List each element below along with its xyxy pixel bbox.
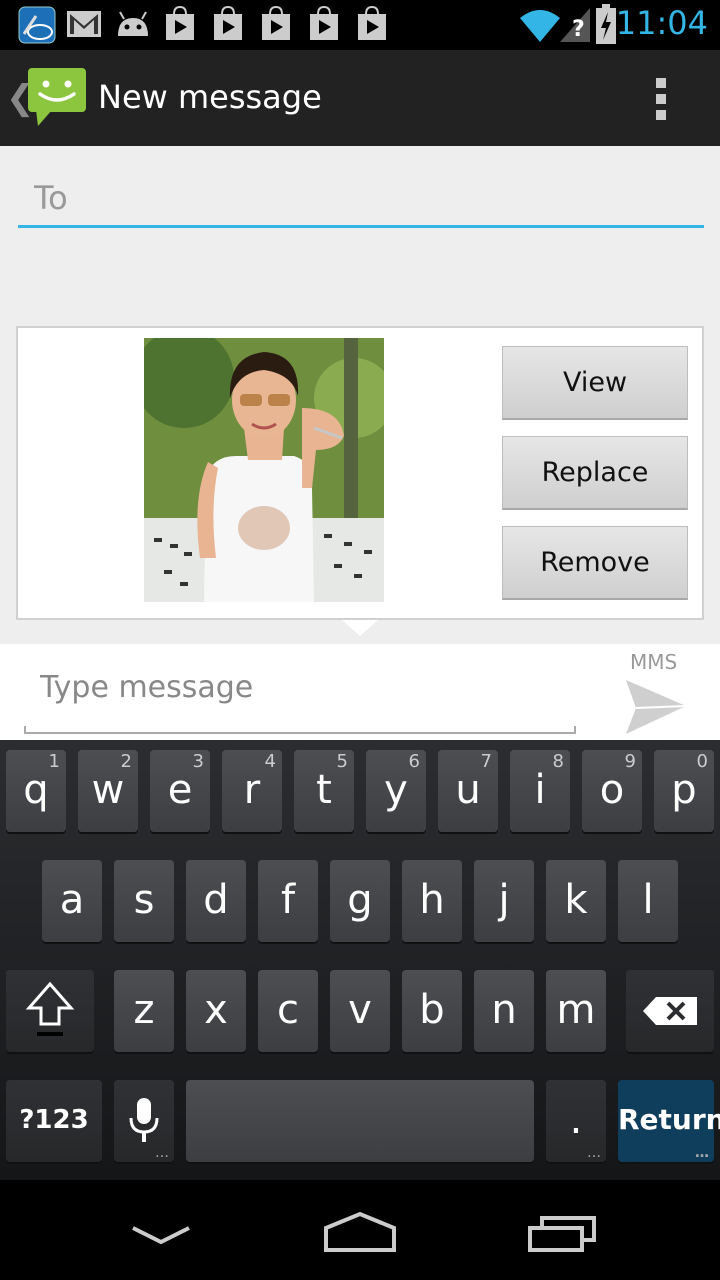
status-bar: ? 11:04	[0, 0, 720, 50]
period-key[interactable]: . …	[546, 1080, 606, 1162]
key-b[interactable]: b	[402, 970, 462, 1052]
battery-charging-icon	[596, 4, 616, 44]
more-dots-icon: …	[695, 1145, 709, 1161]
wifi-icon	[520, 10, 560, 42]
key-label: w	[91, 767, 125, 813]
key-y[interactable]: y6	[366, 750, 426, 832]
symbols-key[interactable]: ?123	[6, 1080, 102, 1162]
key-d[interactable]: d	[186, 860, 246, 942]
key-v[interactable]: v	[330, 970, 390, 1052]
key-u[interactable]: u7	[438, 750, 498, 832]
key-g[interactable]: g	[330, 860, 390, 942]
key-hint: 2	[120, 751, 132, 772]
view-button[interactable]: View	[502, 346, 688, 420]
message-content-area: View Replace Remove	[0, 146, 720, 644]
backspace-icon	[643, 997, 697, 1025]
key-label: o	[599, 767, 625, 813]
navigation-bar	[0, 1180, 720, 1280]
photo-image	[144, 338, 384, 602]
remove-button[interactable]: Remove	[502, 526, 688, 600]
key-e[interactable]: e3	[150, 750, 210, 832]
soft-keyboard: q1 w2 e3 r4 t5 y6 u7 i8 o9 p0 a s d f g …	[0, 740, 720, 1180]
key-label: e	[167, 767, 193, 813]
play-store-icon	[214, 6, 242, 40]
attachment-panel: View Replace Remove	[16, 326, 704, 620]
key-c[interactable]: c	[258, 970, 318, 1052]
more-dots-icon: …	[155, 1145, 169, 1161]
key-label: p	[671, 767, 697, 813]
period-label: .	[569, 1097, 583, 1143]
recipient-field[interactable]	[18, 174, 704, 228]
intel-app-icon	[18, 6, 56, 44]
hide-keyboard-icon[interactable]	[130, 1224, 192, 1248]
key-z[interactable]: z	[114, 970, 174, 1052]
attachment-pointer	[342, 620, 378, 636]
key-n[interactable]: n	[474, 970, 534, 1052]
key-p[interactable]: p0	[654, 750, 714, 832]
key-k[interactable]: k	[546, 860, 606, 942]
key-x[interactable]: x	[186, 970, 246, 1052]
key-hint: 0	[696, 751, 708, 772]
key-j[interactable]: j	[474, 860, 534, 942]
replace-button[interactable]: Replace	[502, 436, 688, 510]
key-t[interactable]: t5	[294, 750, 354, 832]
key-hint: 6	[408, 751, 420, 772]
key-label: i	[534, 767, 546, 813]
key-l[interactable]: l	[618, 860, 678, 942]
send-icon[interactable]	[624, 678, 688, 736]
backspace-key[interactable]	[626, 970, 714, 1052]
key-label: q	[23, 767, 49, 813]
svg-text:?: ?	[572, 17, 585, 42]
shift-key[interactable]	[6, 970, 94, 1052]
key-i[interactable]: i8	[510, 750, 570, 832]
return-key[interactable]: Return …	[618, 1080, 720, 1162]
shift-icon	[25, 981, 75, 1036]
space-bar[interactable]	[186, 1080, 534, 1162]
key-o[interactable]: o9	[582, 750, 642, 832]
play-store-icon	[358, 6, 386, 40]
key-hint: 9	[624, 751, 636, 772]
key-m[interactable]: m	[546, 970, 606, 1052]
microphone-icon	[129, 1098, 159, 1142]
key-label: y	[384, 767, 408, 813]
key-hint: 3	[192, 751, 204, 772]
compose-bar: MMS	[0, 644, 720, 740]
play-store-icon	[166, 6, 194, 40]
action-bar: ❮ New message	[0, 50, 720, 146]
key-h[interactable]: h	[402, 860, 462, 942]
recipient-input[interactable]	[18, 174, 704, 222]
key-label: t	[316, 767, 332, 813]
key-label: r	[243, 767, 261, 813]
gmail-icon	[67, 11, 101, 37]
key-q[interactable]: q1	[6, 750, 66, 832]
key-hint: 8	[552, 751, 564, 772]
recent-apps-icon[interactable]	[526, 1214, 598, 1254]
messaging-app-icon[interactable]	[26, 66, 88, 128]
key-hint: 1	[48, 751, 60, 772]
key-f[interactable]: f	[258, 860, 318, 942]
no-signal-icon: ?	[560, 8, 590, 42]
key-hint: 7	[480, 751, 492, 772]
message-input-underline	[24, 726, 576, 734]
more-dots-icon: …	[587, 1145, 601, 1161]
key-w[interactable]: w2	[78, 750, 138, 832]
play-store-icon	[262, 6, 290, 40]
key-hint: 5	[336, 751, 348, 772]
android-debug-icon	[118, 11, 148, 36]
play-store-icon	[310, 6, 338, 40]
key-hint: 4	[264, 751, 276, 772]
clock-time: 11:04	[615, 4, 708, 42]
key-s[interactable]: s	[114, 860, 174, 942]
return-label: Return	[618, 1103, 720, 1136]
key-label: u	[455, 767, 481, 813]
page-title: New message	[98, 78, 322, 116]
home-icon[interactable]	[322, 1210, 398, 1254]
key-r[interactable]: r4	[222, 750, 282, 832]
overflow-menu-icon[interactable]	[656, 78, 670, 122]
attached-photo[interactable]	[144, 338, 384, 602]
message-input[interactable]	[24, 662, 576, 712]
key-a[interactable]: a	[42, 860, 102, 942]
voice-input-key[interactable]: …	[114, 1080, 174, 1162]
mms-label: MMS	[630, 650, 678, 674]
